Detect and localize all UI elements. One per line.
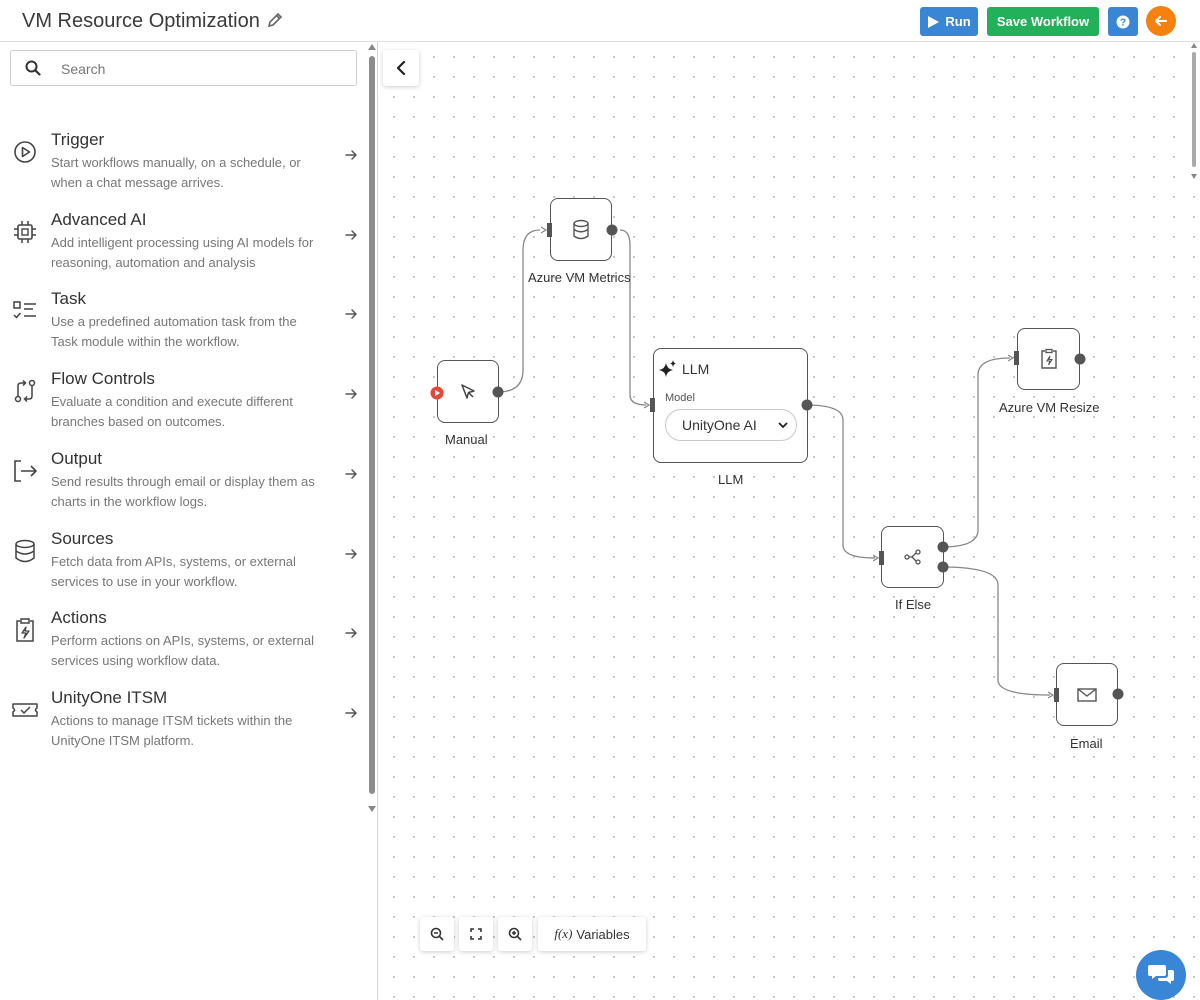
cursor-icon <box>461 383 475 399</box>
output-port[interactable] <box>1112 688 1124 700</box>
node-label-if-else: If Else <box>895 597 932 612</box>
mail-icon <box>1077 687 1097 702</box>
edge-ifelse-email <box>941 566 1051 696</box>
node-llm[interactable]: LLM Model UnityOne AI <box>653 348 808 463</box>
workflow-connections <box>497 229 1051 696</box>
input-port[interactable] <box>873 550 887 566</box>
fullscreen-icon <box>470 928 482 940</box>
fit-view-button[interactable] <box>459 917 493 951</box>
zoom-in-button[interactable] <box>498 917 532 951</box>
output-port[interactable] <box>606 224 618 236</box>
input-port[interactable] <box>1008 350 1022 366</box>
variables-label: Variables <box>576 926 630 942</box>
branch-icon <box>903 549 921 565</box>
zoom-out-button[interactable] <box>420 917 454 951</box>
input-port[interactable] <box>541 222 555 238</box>
output-port[interactable] <box>1074 353 1086 365</box>
zoom-out-icon <box>430 927 444 941</box>
chat-button[interactable] <box>1136 950 1186 1000</box>
input-port[interactable] <box>644 397 658 413</box>
node-email[interactable] <box>1056 663 1118 726</box>
chat-bubbles-icon <box>1148 965 1174 984</box>
node-label-llm: LLM <box>718 472 744 487</box>
node-label-azure-vm-metrics: Azure VM Metrics <box>528 270 631 285</box>
node-azure-vm-metrics[interactable] <box>550 198 612 261</box>
node-label-azure-vm-resize: Azure VM Resize <box>999 400 1100 415</box>
false-output-port[interactable] <box>937 561 949 573</box>
node-if-else[interactable] <box>881 526 944 588</box>
model-label: Model <box>665 392 695 404</box>
clipboard-bolt-icon <box>1040 348 1057 369</box>
sparkle-icon <box>659 360 676 377</box>
database-icon <box>573 219 589 239</box>
model-select-value: UnityOne AI <box>682 417 757 433</box>
edge-ifelse-resize <box>941 357 1011 548</box>
function-icon: f(x) <box>554 926 573 941</box>
node-azure-vm-resize[interactable] <box>1017 328 1080 390</box>
trigger-start-icon <box>430 386 444 400</box>
true-output-port[interactable] <box>937 541 949 553</box>
input-port[interactable] <box>1048 687 1062 703</box>
edge-manual-metrics <box>497 229 541 393</box>
node-manual[interactable] <box>437 360 499 423</box>
zoom-in-icon <box>508 927 522 941</box>
llm-node-title: LLM <box>682 361 710 377</box>
output-port[interactable] <box>492 386 504 398</box>
model-select[interactable]: UnityOne AI <box>665 409 797 441</box>
chevron-down-icon <box>778 422 788 429</box>
variables-button[interactable]: f(x) Variables <box>538 917 646 951</box>
edge-llm-ifelse <box>805 404 876 559</box>
edge-metrics-llm <box>619 229 647 406</box>
output-port[interactable] <box>801 399 813 411</box>
node-label-email: Email <box>1070 736 1103 751</box>
node-label-manual: Manual <box>445 432 488 447</box>
